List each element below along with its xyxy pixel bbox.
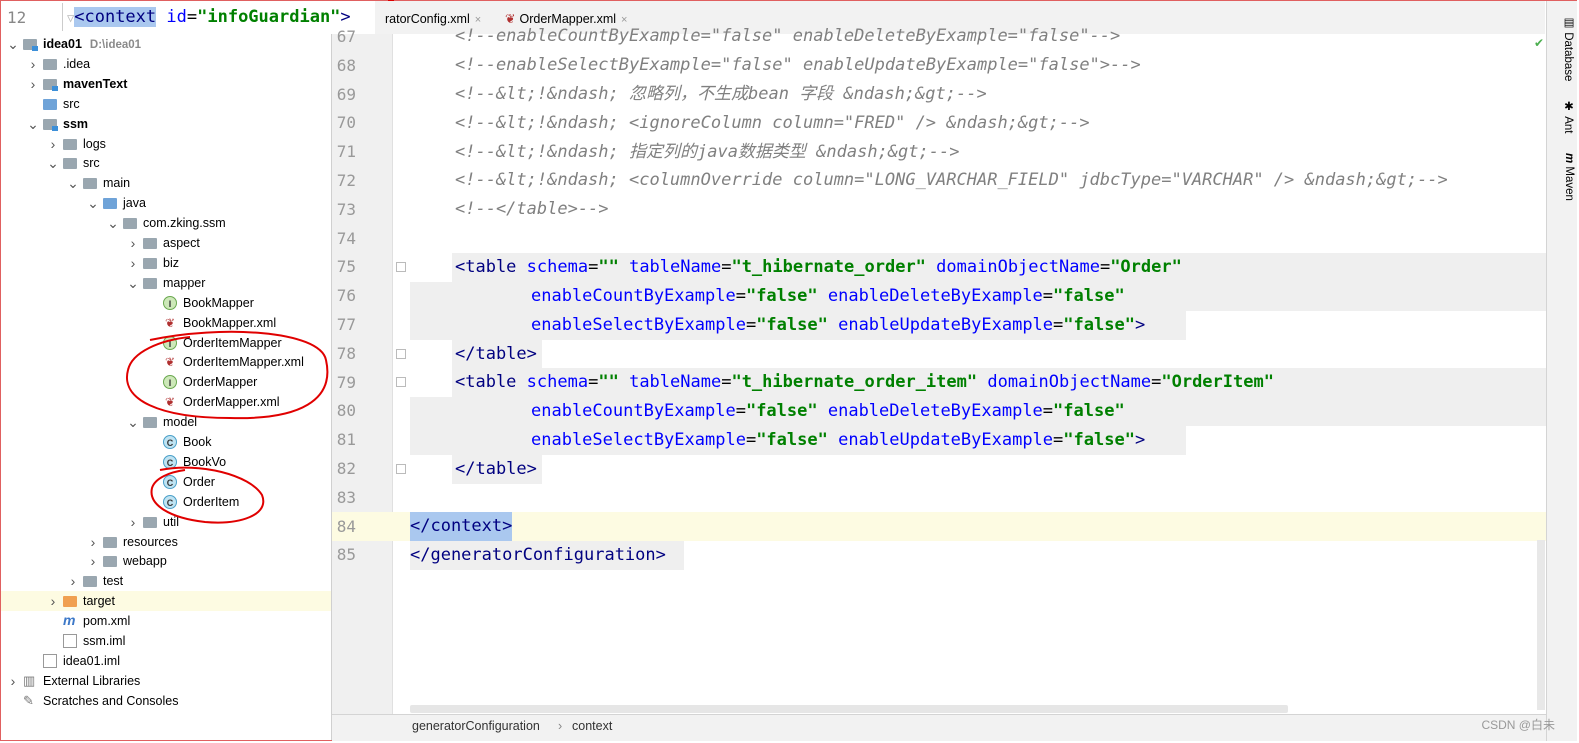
annotation-circle-models xyxy=(150,466,265,524)
annotation-circle-mappers xyxy=(126,330,329,420)
annotation-overlay xyxy=(126,330,329,524)
